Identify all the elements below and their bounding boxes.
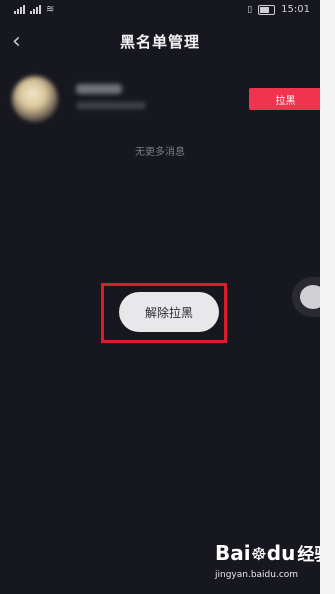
clock: 15:01 — [281, 4, 310, 15]
wifi-icon: ≋ — [46, 4, 55, 15]
blurred-username — [76, 84, 122, 94]
avatar[interactable] — [12, 76, 58, 122]
app-screen: ≋ ▯ 15:01 ‹ 黑名单管理 拉黑 无更多消息 解除拉黑 Bai☸du经验… — [0, 0, 320, 594]
no-more-messages-text: 无更多消息 — [135, 147, 185, 158]
paw-icon: ☸ — [250, 544, 267, 565]
floating-assistive-ball[interactable] — [292, 277, 320, 317]
page-margin — [320, 0, 335, 594]
sim-signal-icon — [14, 5, 25, 14]
vibrate-icon: ▯ — [247, 4, 253, 15]
status-right: ▯ 15:01 — [247, 4, 310, 15]
watermark-url: jingyan.baidu.com — [215, 570, 299, 580]
battery-icon — [258, 4, 276, 15]
status-bar: ≋ ▯ 15:01 — [0, 0, 320, 22]
watermark-logo: Bai☸du经验 — [215, 541, 320, 565]
unblock-button[interactable]: 解除拉黑 — [119, 292, 219, 332]
list-item[interactable]: 拉黑 — [0, 72, 320, 122]
baidu-jingyan-watermark: Bai☸du经验 jingyan.baidu.com — [205, 540, 320, 590]
blurred-user-info — [76, 102, 146, 109]
header: ‹ 黑名单管理 — [0, 22, 320, 62]
signal-indicators: ≋ — [14, 4, 55, 15]
block-button[interactable]: 拉黑 — [249, 88, 320, 110]
sim-signal-icon — [30, 5, 41, 14]
page-title: 黑名单管理 — [119, 33, 200, 51]
